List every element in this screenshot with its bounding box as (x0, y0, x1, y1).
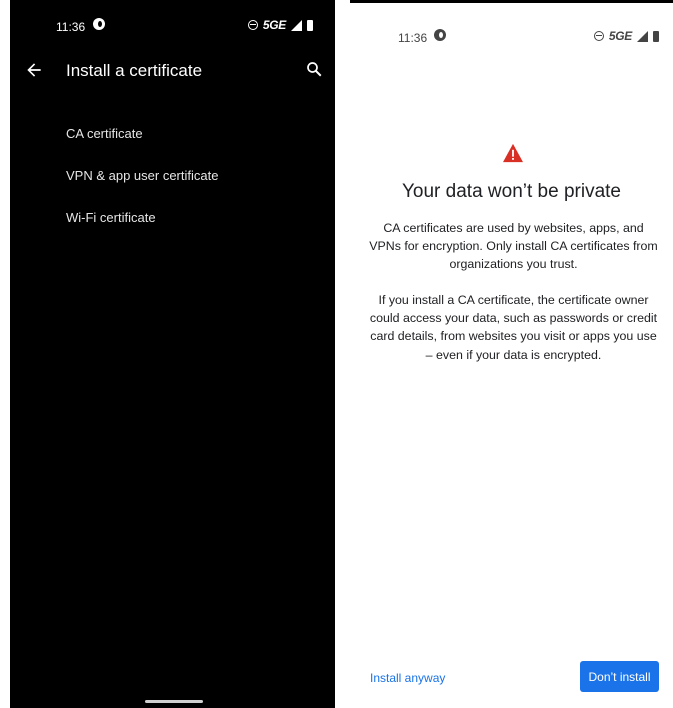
warning-icon (503, 143, 523, 163)
status-right-icons: 5GE (247, 18, 313, 32)
app-notification-icon (93, 18, 105, 30)
back-arrow-icon[interactable] (24, 60, 44, 80)
network-type: 5GE (608, 29, 632, 43)
status-time: 11:36 (398, 31, 428, 45)
ca-info-paragraph: CA certificates are used by websites, ap… (369, 221, 658, 272)
network-type: 5GE (262, 18, 286, 32)
search-icon[interactable] (305, 60, 323, 78)
certificate-warning-dialog: 11:36 5GE Your data won’t be private CA … (350, 0, 673, 708)
vpn-app-user-certificate-item[interactable]: VPN & app user certificate (66, 168, 218, 183)
gesture-nav-handle[interactable] (145, 700, 203, 703)
ca-certificate-item[interactable]: CA certificate (66, 126, 143, 141)
do-not-disturb-icon (247, 20, 258, 30)
battery-icon (307, 19, 313, 31)
wifi-certificate-item[interactable]: Wi-Fi certificate (66, 210, 156, 225)
install-certificate-screen: 11:36 5GE Install a certificate CA certi… (10, 0, 335, 708)
status-bar: 11:36 5GE (10, 18, 335, 38)
ca-risk-paragraph: If you install a CA certificate, the cer… (369, 293, 658, 362)
dialog-heading: Your data won’t be private (401, 181, 621, 202)
page-title: Install a certificate (66, 61, 203, 80)
app-bar: Install a certificate (10, 58, 335, 86)
status-time: 11:36 (56, 20, 86, 34)
install-anyway-button[interactable]: Install anyway (370, 671, 445, 685)
status-bar: 11:36 5GE (350, 29, 673, 49)
signal-icon (291, 19, 302, 31)
app-notification-icon (434, 29, 446, 41)
do-not-disturb-icon (593, 31, 604, 41)
battery-icon (653, 30, 659, 42)
status-right-icons: 5GE (593, 29, 659, 43)
signal-icon (637, 30, 648, 42)
dont-install-button[interactable]: Don’t install (580, 661, 659, 692)
